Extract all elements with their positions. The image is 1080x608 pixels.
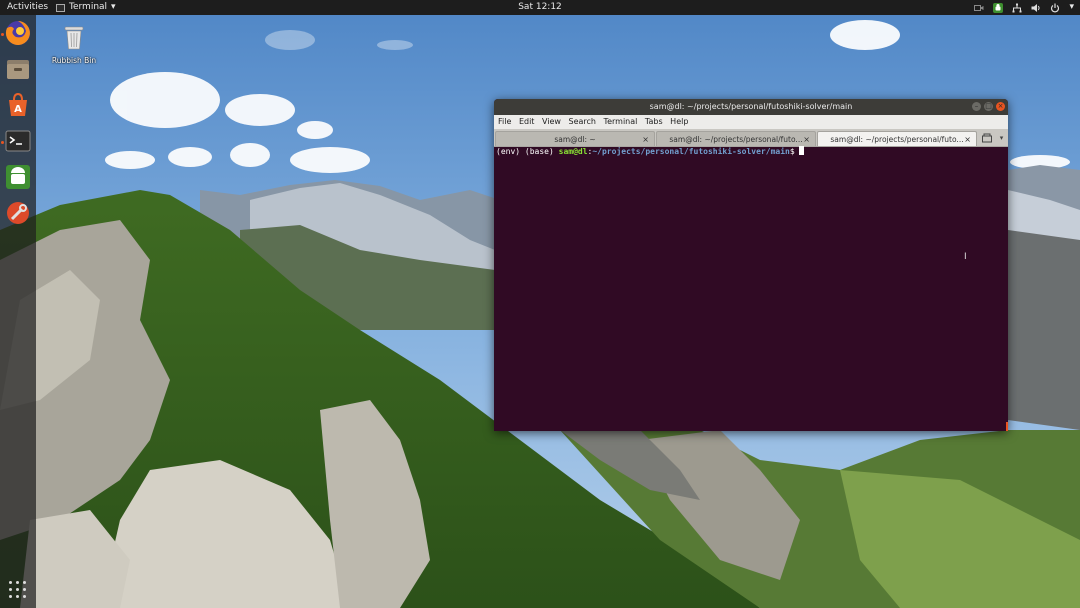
window-titlebar[interactable]: sam@dl: ~/projects/personal/futoshiki-so…: [494, 99, 1008, 115]
tab-bar: sam@dl: ~ × sam@dl: ~/projects/personal/…: [494, 129, 1008, 147]
menu-terminal[interactable]: Terminal: [600, 115, 638, 129]
close-icon[interactable]: ×: [803, 132, 810, 146]
menu-tabs[interactable]: Tabs: [641, 115, 663, 129]
maximize-button[interactable]: □: [984, 102, 993, 111]
tab-label: sam@dl: ~/projects/personal/futo...: [669, 135, 803, 144]
android-icon[interactable]: [993, 2, 1004, 13]
tab-3[interactable]: sam@dl: ~/projects/personal/futo... ×: [817, 131, 977, 146]
app-menu-label: Terminal: [69, 2, 108, 12]
shell-prompt: (env) (base) sam@dl:~/projects/personal/…: [496, 146, 805, 157]
desktop-trash[interactable]: Rubbish Bin: [50, 24, 98, 65]
network-icon[interactable]: [1012, 3, 1022, 13]
activities-button[interactable]: Activities: [7, 0, 48, 15]
ibeam-cursor-icon: I: [964, 252, 967, 262]
power-icon[interactable]: [1050, 3, 1060, 13]
tab-1[interactable]: sam@dl: ~ ×: [495, 131, 655, 146]
close-icon[interactable]: ×: [964, 132, 971, 146]
window-title: sam@dl: ~/projects/personal/futoshiki-so…: [649, 102, 853, 111]
close-button[interactable]: ×: [996, 102, 1005, 111]
clock[interactable]: Sat 12:12: [518, 2, 562, 12]
minimize-button[interactable]: –: [972, 102, 981, 111]
terminal-icon[interactable]: [4, 127, 32, 155]
trash-icon: [64, 26, 84, 50]
prompt-user: sam@dl: [558, 147, 588, 156]
software-center-icon[interactable]: A: [4, 91, 32, 119]
camera-icon[interactable]: [974, 3, 984, 13]
terminal-window[interactable]: sam@dl: ~/projects/personal/futoshiki-so…: [494, 99, 1008, 431]
prompt-path: ~/projects/personal/futoshiki-solver/mai…: [592, 147, 790, 156]
files-icon[interactable]: [4, 55, 32, 83]
menu-bar: File Edit View Search Terminal Tabs Help: [494, 115, 1008, 129]
tab-2[interactable]: sam@dl: ~/projects/personal/futo... ×: [656, 131, 816, 146]
trash-label: Rubbish Bin: [51, 56, 97, 65]
terminal-output[interactable]: (env) (base) sam@dl:~/projects/personal/…: [494, 146, 1008, 431]
chevron-down-icon[interactable]: ▾: [997, 132, 1006, 144]
resize-handle[interactable]: [1006, 422, 1008, 431]
menu-view[interactable]: View: [538, 115, 561, 129]
chevron-down-icon: ▾: [111, 2, 116, 12]
menu-edit[interactable]: Edit: [515, 115, 535, 129]
close-icon[interactable]: ×: [642, 132, 649, 146]
minimize-icon: –: [974, 102, 979, 110]
dock: A: [0, 15, 36, 608]
tab-label: sam@dl: ~/projects/personal/futo...: [830, 135, 964, 144]
new-tab-icon[interactable]: [981, 132, 993, 144]
app-menu-button[interactable]: Terminal ▾: [56, 0, 116, 15]
chevron-down-icon[interactable]: ▾: [1069, 0, 1074, 15]
menu-search[interactable]: Search: [565, 115, 596, 129]
prompt-symbol: $: [789, 147, 800, 156]
firefox-icon[interactable]: [4, 19, 32, 47]
top-bar: Activities Terminal ▾ Sat 12:12 ▾: [0, 0, 1080, 15]
maximize-icon: □: [985, 102, 992, 110]
menu-help[interactable]: Help: [666, 115, 688, 129]
terminal-icon: [56, 3, 65, 12]
tab-label: sam@dl: ~: [554, 135, 596, 144]
svg-text:A: A: [14, 104, 22, 115]
grid-icon[interactable]: [9, 581, 27, 599]
menu-file[interactable]: File: [494, 115, 511, 129]
settings-tools-icon[interactable]: [4, 199, 32, 227]
text-cursor: [799, 146, 805, 155]
system-tray[interactable]: ▾: [974, 0, 1074, 15]
volume-icon[interactable]: [1031, 3, 1041, 13]
android-icon[interactable]: [4, 163, 32, 191]
prompt-prefix: (env) (base): [496, 147, 559, 156]
close-icon: ×: [997, 102, 1004, 110]
